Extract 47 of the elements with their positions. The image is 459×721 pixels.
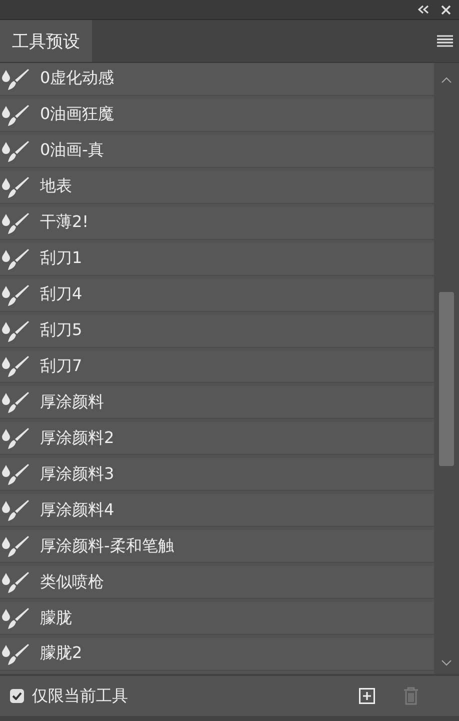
preset-item[interactable]: 厚涂颜料 (0, 386, 434, 420)
brush-icon (0, 174, 30, 199)
panel-tab[interactable]: 工具预设 (0, 20, 92, 62)
preset-item[interactable]: 厚涂颜料2 (0, 422, 434, 456)
preset-item[interactable]: 刮刀5 (0, 314, 434, 348)
brush-icon (0, 246, 30, 271)
preset-item[interactable]: 地表 (0, 170, 434, 204)
brush-icon (0, 318, 30, 343)
brush-icon (0, 390, 30, 414)
brush-icon (0, 66, 30, 91)
brush-icon (0, 642, 30, 666)
scrollbar[interactable] (434, 63, 459, 674)
preset-item[interactable]: 刮刀7 (0, 350, 434, 384)
new-preset-button[interactable] (359, 688, 375, 704)
brush-icon (0, 426, 30, 450)
preset-item[interactable]: 0油画-真 (0, 134, 434, 168)
close-icon[interactable] (441, 4, 451, 14)
trash-icon (403, 687, 419, 705)
brush-icon (0, 462, 30, 486)
preset-item[interactable]: 0油画狂魔 (0, 98, 434, 132)
checkbox-label: 仅限当前工具 (32, 686, 128, 706)
preset-item[interactable]: 厚涂颜料4 (0, 494, 434, 528)
menu-icon[interactable] (437, 35, 453, 47)
add-icon (359, 688, 375, 704)
scroll-thumb[interactable] (439, 292, 454, 466)
preset-item[interactable]: 厚涂颜料-柔和笔触 (0, 530, 434, 564)
brush-icon (0, 138, 30, 163)
preset-item[interactable]: 刮刀1 (0, 242, 434, 276)
scroll-down-icon[interactable] (441, 660, 452, 666)
preset-item[interactable]: 干薄2! (0, 206, 434, 240)
preset-item[interactable]: 朦胧 (0, 602, 434, 635)
checkbox[interactable] (10, 689, 24, 703)
preset-item[interactable]: 厚涂颜料3 (0, 458, 434, 492)
scroll-up-icon[interactable] (441, 77, 452, 83)
preset-item[interactable]: 0虚化动感 (0, 63, 434, 96)
brush-icon (0, 354, 30, 378)
brush-icon (0, 534, 30, 558)
preset-item[interactable]: 朦胧2 (0, 638, 434, 671)
brush-icon (0, 570, 30, 594)
brush-icon (0, 282, 30, 307)
collapse-icon[interactable] (418, 5, 429, 14)
brush-icon (0, 498, 30, 522)
brush-icon (0, 210, 30, 235)
preset-item[interactable]: 类似喷枪 (0, 566, 434, 600)
brush-icon (0, 102, 30, 127)
brush-icon (0, 606, 30, 630)
preset-item[interactable]: 刮刀4 (0, 278, 434, 312)
